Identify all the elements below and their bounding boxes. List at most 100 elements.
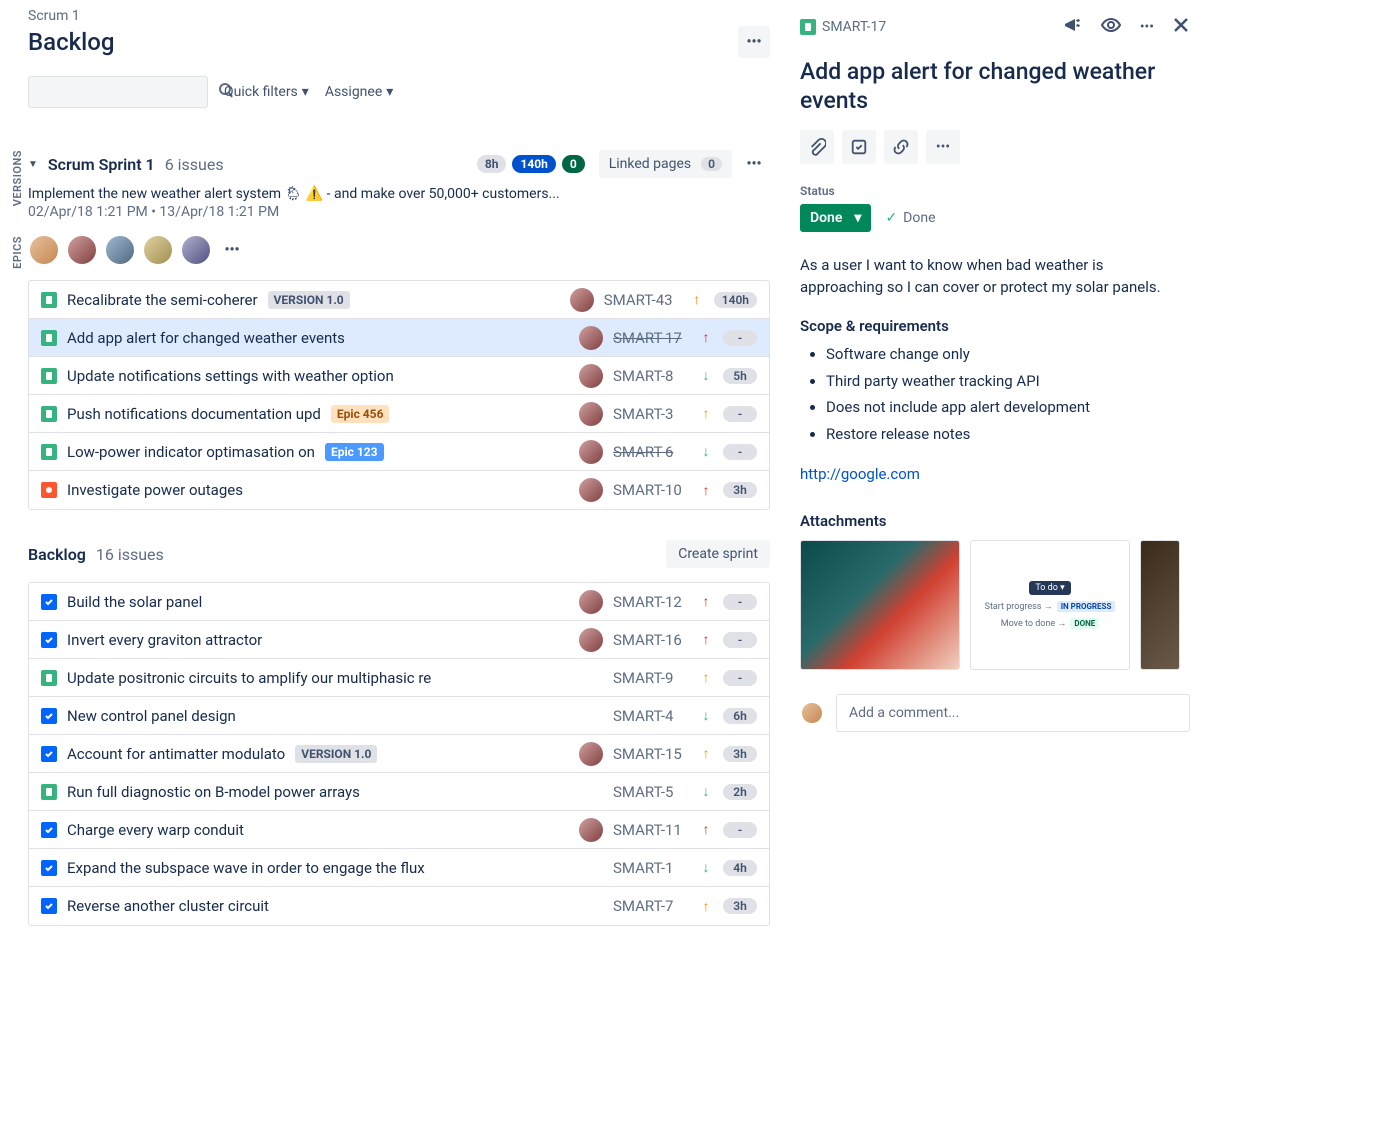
story-icon [41, 406, 57, 422]
sprint-inprogress-estimate: 140h [512, 155, 555, 173]
assignee-avatar[interactable] [570, 288, 594, 312]
assignee-avatar[interactable] [579, 402, 603, 426]
avatar[interactable] [180, 234, 212, 266]
issue-key[interactable]: SMART-6 [613, 443, 689, 461]
estimate-badge: 5h [723, 368, 757, 384]
priority-icon: ↓ [699, 367, 713, 384]
assignee-avatar[interactable] [579, 628, 603, 652]
avatar[interactable] [104, 234, 136, 266]
issue-key[interactable]: SMART-43 [604, 291, 680, 309]
priority-icon: ↑ [690, 291, 704, 308]
assignee-filter-button[interactable]: Assignee ▾ [325, 84, 393, 100]
issue-row[interactable]: Invert every graviton attractorSMART-16↑… [29, 621, 769, 659]
issue-key[interactable]: SMART-5 [613, 783, 689, 801]
issue-key[interactable]: SMART-15 [613, 745, 689, 763]
detail-actions-more-button[interactable]: ••• [926, 130, 960, 164]
estimate-badge: 3h [723, 482, 757, 498]
avatar[interactable] [66, 234, 98, 266]
issue-row[interactable]: Reverse another cluster circuitSMART-7↑3… [29, 887, 769, 925]
scope-item: Does not include app alert development [826, 396, 1190, 419]
search-input[interactable] [37, 84, 218, 100]
issue-key[interactable]: SMART-4 [613, 707, 689, 725]
issue-row[interactable]: New control panel designSMART-4↓6h [29, 697, 769, 735]
issue-key[interactable]: SMART-10 [613, 481, 689, 499]
sprint-more-button[interactable]: ••• [738, 148, 770, 180]
versions-tab[interactable]: VERSIONS [0, 150, 24, 206]
attachment-thumbnail[interactable]: To do ▾ Start progress →IN PROGRESS Move… [970, 540, 1130, 670]
issue-key[interactable]: SMART-8 [613, 367, 689, 385]
attachment-thumbnail[interactable] [800, 540, 960, 670]
scope-item: Third party weather tracking API [826, 370, 1190, 393]
issue-row[interactable]: Low-power indicator optimasation onEpic … [29, 433, 769, 471]
issue-row[interactable]: Push notifications documentation updEpic… [29, 395, 769, 433]
watch-icon[interactable] [1100, 14, 1122, 40]
task-icon [41, 822, 57, 838]
comment-input[interactable]: Add a comment... [836, 694, 1190, 732]
feedback-icon[interactable] [1062, 15, 1082, 39]
detail-description[interactable]: As a user I want to know when bad weathe… [800, 254, 1190, 299]
assignee-avatar[interactable] [579, 818, 603, 842]
epic-tag[interactable]: VERSION 1.0 [295, 745, 377, 763]
epics-tab[interactable]: EPICS [0, 236, 24, 269]
quick-filters-button[interactable]: Quick filters ▾ [224, 84, 309, 100]
status-category: ✓ Done [885, 210, 935, 226]
issue-row[interactable]: Investigate power outagesSMART-10↑3h [29, 471, 769, 509]
issue-title: Charge every warp conduit [67, 821, 244, 839]
issue-row[interactable]: Update positronic circuits to amplify ou… [29, 659, 769, 697]
story-icon [41, 330, 57, 346]
page-more-button[interactable]: ••• [738, 26, 770, 58]
scope-heading: Scope & requirements [800, 315, 1190, 338]
issue-key[interactable]: SMART-17 [613, 329, 689, 347]
create-sprint-button[interactable]: Create sprint [666, 540, 770, 568]
breadcrumb[interactable]: Scrum 1 [28, 8, 770, 24]
detail-more-button[interactable]: ••• [1140, 19, 1154, 35]
issue-key[interactable]: SMART-3 [613, 405, 689, 423]
attach-button[interactable] [800, 130, 834, 164]
assignee-avatar[interactable] [579, 742, 603, 766]
epic-tag[interactable]: Epic 456 [331, 405, 390, 423]
epic-tag[interactable]: VERSION 1.0 [268, 291, 350, 309]
sprint-name[interactable]: Scrum Sprint 1 [48, 155, 155, 174]
assignee-avatar[interactable] [579, 440, 603, 464]
avatar[interactable] [142, 234, 174, 266]
avatar[interactable] [28, 234, 60, 266]
issue-key[interactable]: SMART-9 [613, 669, 689, 687]
issue-row[interactable]: Expand the subspace wave in order to eng… [29, 849, 769, 887]
issue-row[interactable]: Update notifications settings with weath… [29, 357, 769, 395]
issue-row[interactable]: Run full diagnostic on B-model power arr… [29, 773, 769, 811]
issue-key[interactable]: SMART-12 [613, 593, 689, 611]
assignee-avatar[interactable] [579, 478, 603, 502]
sprint-issue-count: 6 issues [165, 155, 224, 174]
sprint-todo-estimate: 8h [477, 155, 507, 173]
issue-key[interactable]: SMART-7 [613, 897, 689, 915]
close-icon[interactable] [1172, 16, 1190, 38]
issue-row[interactable]: Recalibrate the semi-cohererVERSION 1.0S… [29, 281, 769, 319]
issue-row[interactable]: Account for antimatter modulatoVERSION 1… [29, 735, 769, 773]
assignee-avatar[interactable] [579, 364, 603, 388]
linked-pages-button[interactable]: Linked pages 0 [599, 150, 732, 178]
assignee-avatar[interactable] [579, 590, 603, 614]
issue-title: Build the solar panel [67, 593, 202, 611]
issue-row[interactable]: Charge every warp conduitSMART-11↑- [29, 811, 769, 849]
detail-issue-key[interactable]: SMART-17 [800, 19, 886, 35]
status-dropdown[interactable]: Done ▾ [800, 204, 871, 232]
issue-row[interactable]: Build the solar panelSMART-12↑- [29, 583, 769, 621]
issue-row[interactable]: Add app alert for changed weather events… [29, 319, 769, 357]
detail-title[interactable]: Add app alert for changed weather events [800, 58, 1190, 116]
epic-tag[interactable]: Epic 123 [325, 443, 384, 461]
priority-icon: ↑ [699, 593, 713, 610]
assignee-avatar[interactable] [579, 326, 603, 350]
issue-key[interactable]: SMART-11 [613, 821, 689, 839]
subtask-button[interactable] [842, 130, 876, 164]
issue-key[interactable]: SMART-16 [613, 631, 689, 649]
estimate-badge: 4h [723, 860, 757, 876]
sprint-toggle-icon[interactable]: ▼ [28, 159, 38, 170]
issue-title: Add app alert for changed weather events [67, 329, 345, 347]
avatars-more-button[interactable]: ••• [218, 238, 246, 262]
issue-key[interactable]: SMART-1 [613, 859, 689, 877]
attachment-thumbnail[interactable] [1140, 540, 1180, 670]
link-button[interactable] [884, 130, 918, 164]
description-link[interactable]: http://google.com [800, 463, 920, 486]
story-icon [41, 368, 57, 384]
priority-icon: ↑ [699, 669, 713, 686]
